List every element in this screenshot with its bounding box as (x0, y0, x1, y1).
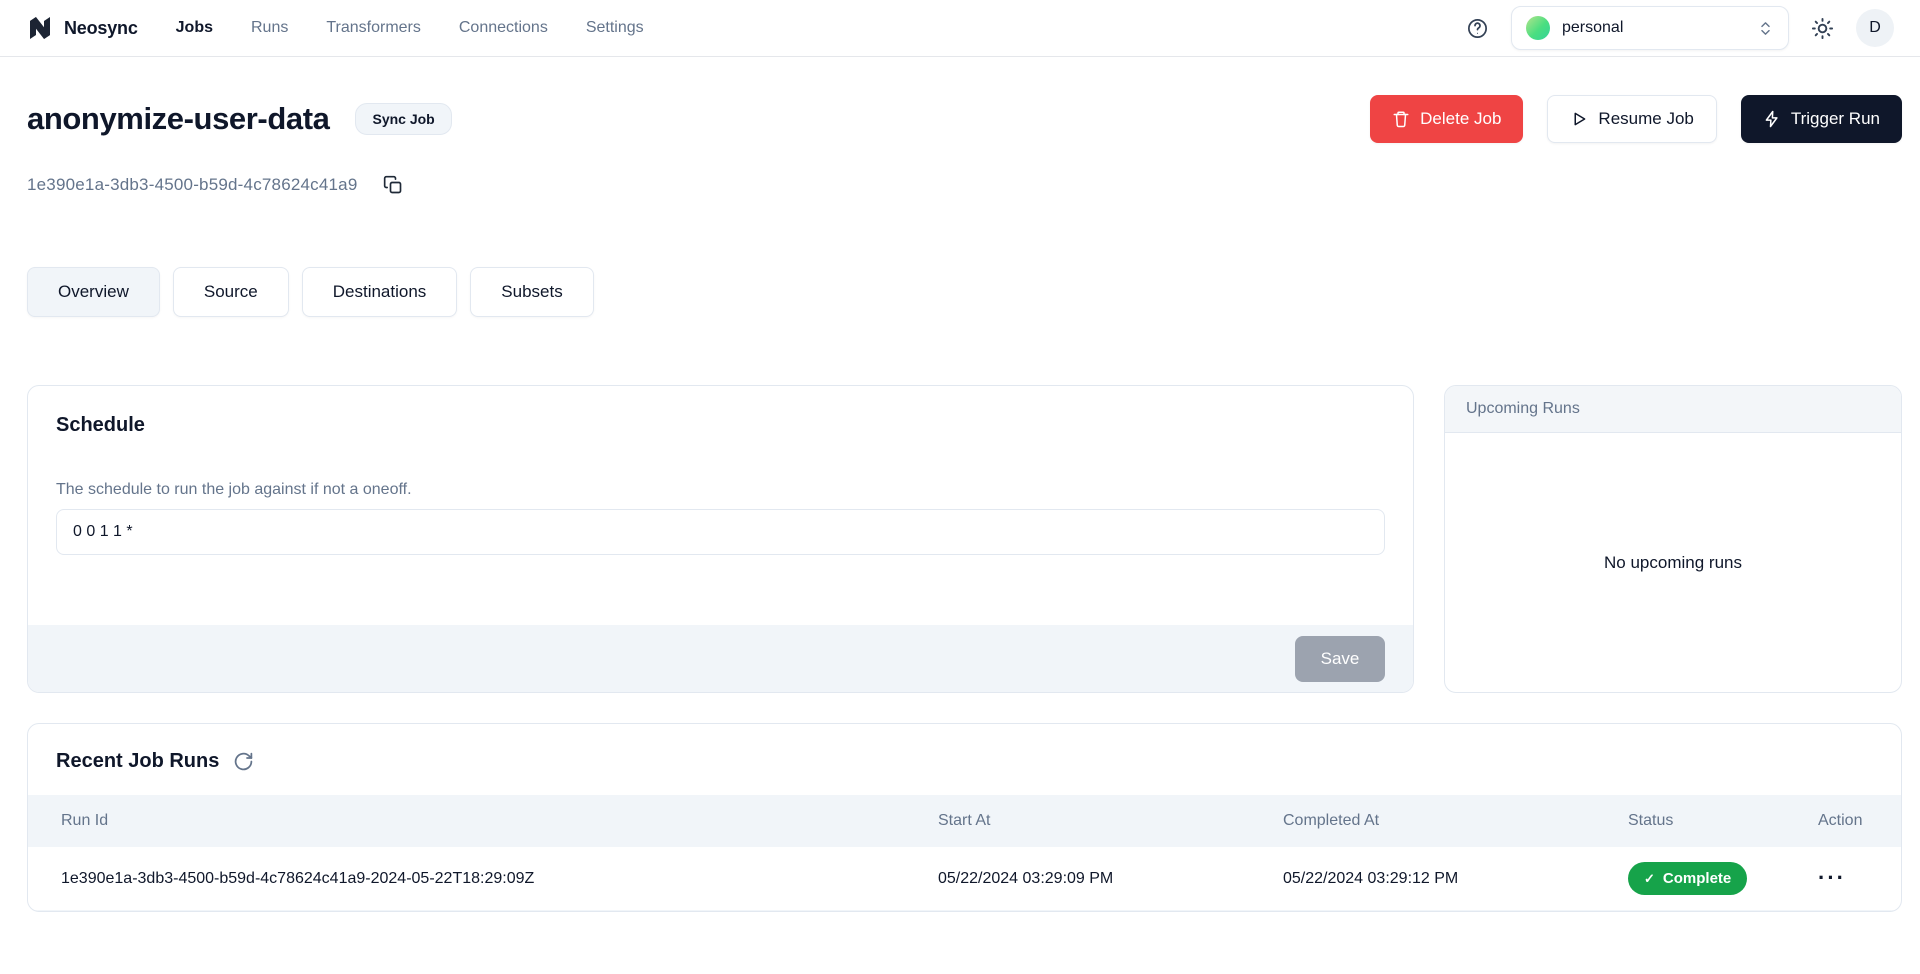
header-actions: Delete Job Resume Job Trigger Run (1370, 95, 1902, 143)
tab-destinations[interactable]: Destinations (302, 267, 458, 317)
tab-subsets[interactable]: Subsets (470, 267, 593, 317)
recent-runs-title: Recent Job Runs (56, 750, 219, 773)
status-badge: ✓ Complete (1628, 862, 1747, 895)
tab-overview[interactable]: Overview (27, 267, 160, 317)
nav-item-settings[interactable]: Settings (586, 19, 644, 37)
job-type-badge: Sync Job (355, 103, 451, 135)
nav-right-cluster: personal D (1466, 6, 1894, 50)
check-icon: ✓ (1644, 871, 1655, 887)
schedule-card: Schedule The schedule to run the job aga… (27, 385, 1414, 693)
delete-job-button[interactable]: Delete Job (1370, 95, 1523, 143)
trigger-run-label: Trigger Run (1791, 109, 1880, 129)
recent-job-runs-card: Recent Job Runs Run Id Start At Complete… (27, 723, 1902, 912)
zap-icon (1763, 110, 1781, 128)
job-tabs: Overview Source Destinations Subsets (27, 267, 1902, 317)
user-avatar[interactable]: D (1856, 9, 1894, 47)
refresh-icon[interactable] (233, 751, 254, 772)
resume-job-button[interactable]: Resume Job (1547, 95, 1716, 143)
page-header: anonymize-user-data Sync Job Delete Job (27, 95, 1902, 143)
table-row: 1e390e1a-3db3-4500-b59d-4c78624c41a9-202… (28, 847, 1901, 911)
save-button[interactable]: Save (1295, 636, 1385, 682)
trash-icon (1392, 110, 1410, 128)
upcoming-runs-header: Upcoming Runs (1445, 386, 1901, 433)
cell-start-at: 05/22/2024 03:29:09 PM (938, 870, 1283, 888)
trigger-run-button[interactable]: Trigger Run (1741, 95, 1902, 143)
cell-completed-at: 05/22/2024 03:29:12 PM (1283, 870, 1628, 888)
nav-item-jobs[interactable]: Jobs (176, 19, 213, 37)
tab-source[interactable]: Source (173, 267, 289, 317)
status-label: Complete (1663, 870, 1731, 887)
upcoming-runs-card: Upcoming Runs No upcoming runs (1444, 385, 1902, 693)
column-status: Status (1628, 812, 1818, 830)
job-id-row: 1e390e1a-3db3-4500-b59d-4c78624c41a9 (27, 175, 1902, 195)
schedule-card-footer: Save (28, 625, 1413, 692)
column-start-at: Start At (938, 812, 1283, 830)
nav-item-runs[interactable]: Runs (251, 19, 288, 37)
table-header-row: Run Id Start At Completed At Status Acti… (28, 795, 1901, 847)
workspace-name: personal (1562, 19, 1745, 37)
nav-item-connections[interactable]: Connections (459, 19, 548, 37)
brand-name: Neosync (64, 18, 138, 39)
brand[interactable]: Neosync (26, 14, 138, 42)
column-action: Action (1818, 812, 1901, 830)
nav-links: Jobs Runs Transformers Connections Setti… (176, 19, 644, 37)
column-completed-at: Completed At (1283, 812, 1628, 830)
theme-toggle-sun-icon[interactable] (1811, 17, 1834, 40)
job-id: 1e390e1a-3db3-4500-b59d-4c78624c41a9 (27, 175, 357, 195)
upcoming-runs-empty-message: No upcoming runs (1445, 433, 1901, 692)
schedule-title: Schedule (56, 414, 1385, 437)
chevron-up-down-icon (1757, 20, 1774, 37)
neosync-logo-icon (26, 14, 54, 42)
help-icon[interactable] (1466, 17, 1489, 40)
row-actions-ellipsis-icon[interactable]: ··· (1818, 867, 1846, 889)
page-title: anonymize-user-data (27, 101, 329, 137)
play-icon (1570, 110, 1588, 128)
nav-item-transformers[interactable]: Transformers (326, 19, 421, 37)
workspace-selector[interactable]: personal (1511, 6, 1789, 50)
page-content: anonymize-user-data Sync Job Delete Job (0, 95, 1920, 912)
overview-cards-row: Schedule The schedule to run the job aga… (27, 385, 1902, 693)
workspace-avatar (1526, 16, 1550, 40)
copy-icon[interactable] (383, 175, 403, 195)
resume-job-label: Resume Job (1598, 109, 1693, 129)
cell-run-id: 1e390e1a-3db3-4500-b59d-4c78624c41a9-202… (28, 870, 938, 888)
delete-job-label: Delete Job (1420, 109, 1501, 129)
schedule-description: The schedule to run the job against if n… (56, 481, 1385, 499)
top-navigation: Neosync Jobs Runs Transformers Connectio… (0, 0, 1920, 57)
column-run-id: Run Id (28, 812, 938, 830)
cron-schedule-input[interactable] (56, 509, 1385, 555)
